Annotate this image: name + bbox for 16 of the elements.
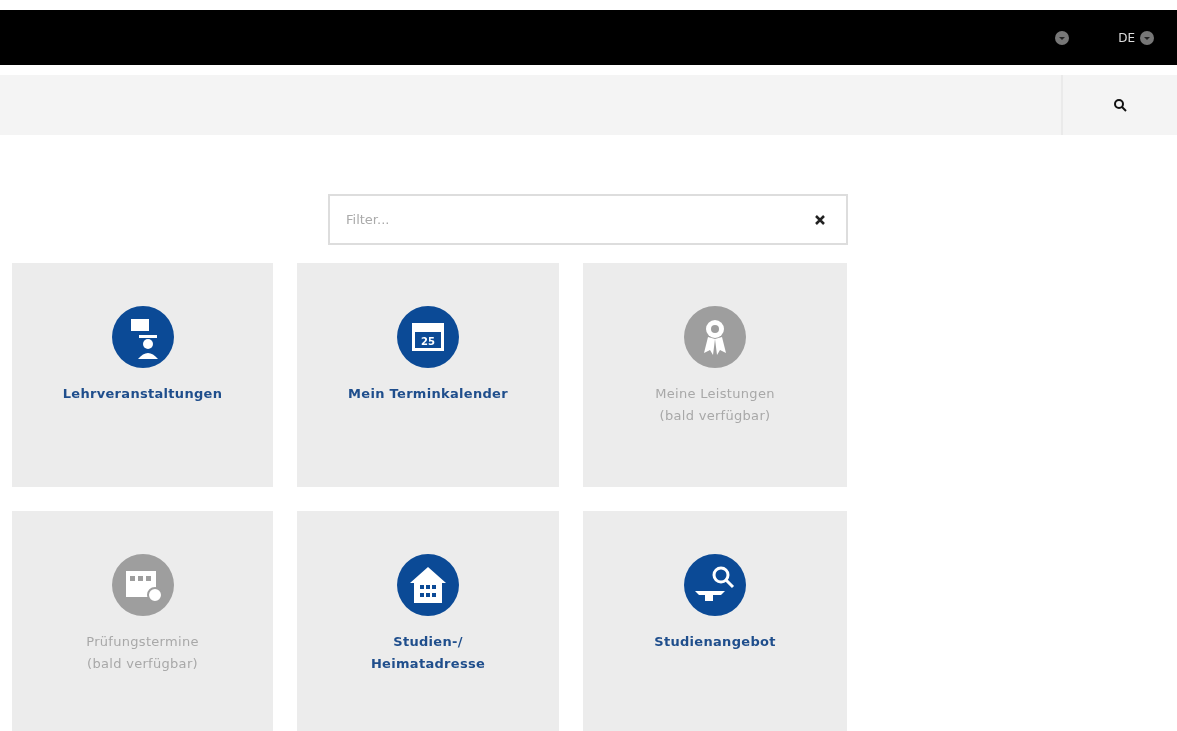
exams-icon bbox=[110, 553, 175, 617]
filter-field[interactable]: Filter... bbox=[328, 194, 848, 245]
close-icon[interactable] bbox=[814, 214, 826, 226]
award-icon bbox=[683, 305, 747, 369]
study-icon bbox=[683, 553, 747, 617]
dropdown-icon[interactable] bbox=[1139, 29, 1155, 46]
dropdown-icon[interactable] bbox=[1054, 29, 1071, 46]
tile[interactable]: Lehrveranstaltungen bbox=[12, 263, 273, 487]
tile[interactable]: Studien-/ Heimatadresse bbox=[297, 511, 559, 731]
language-label[interactable]: DE bbox=[1118, 30, 1135, 45]
calendar-icon: 25 bbox=[396, 305, 460, 369]
search-icon bbox=[1113, 98, 1127, 112]
tile[interactable]: 25 Mein Terminkalender bbox=[297, 263, 559, 487]
lecture-icon bbox=[110, 305, 175, 369]
house-icon bbox=[396, 553, 460, 617]
tile[interactable]: Studienangebot bbox=[583, 511, 847, 731]
